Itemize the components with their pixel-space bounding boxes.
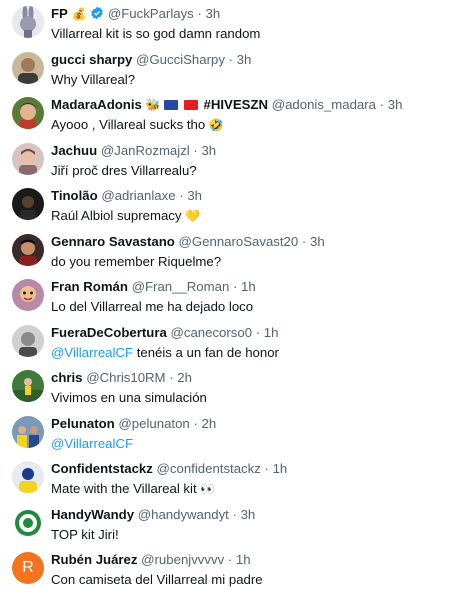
handle[interactable]: @handywandyt [138,507,229,522]
hashtag[interactable]: #HIVESZN [204,97,269,112]
rabbit-avatar[interactable] [12,6,44,38]
display-name[interactable]: HandyWandy [51,507,134,522]
person-avatar[interactable] [12,142,44,175]
replies-list: FP 💰 @FuckParlays · 3h Villarreal kit is… [0,0,474,613]
fran-avatar[interactable] [12,279,44,311]
handle[interactable]: @adrianlaxe [101,188,175,203]
handle[interactable]: @Fran__Roman [132,279,230,294]
reply-text: Vivimos en una simulación [51,390,207,405]
timestamp[interactable]: 3h [388,97,403,112]
reply-item[interactable]: Tinolão @adrianlaxe · 3h Raúl Albiol sup… [0,186,474,232]
reply-text: Why Villareal? [51,71,136,87]
timestamp[interactable]: 2h [202,416,217,431]
timestamp[interactable]: 1h [264,325,279,340]
reply-text: Lo del Villarreal me ha dejado loco [51,299,254,314]
man-avatar[interactable] [12,51,44,84]
money-bag-emoji: 💰 [71,7,87,21]
reply-item[interactable]: FueraDeCobertura @canecorso0 · 1h @Villa… [0,323,474,369]
display-name[interactable]: chris [51,370,83,385]
reply-text: Ayooo , Villareal sucks tho [51,117,206,132]
reply-text: Villarreal kit is so god damn random [51,26,261,41]
reply-text: do you remember Riquelme? [51,253,222,269]
reply-item[interactable]: Confidentstackz @confidentstackz · 1h Ma… [0,459,474,505]
handle[interactable]: @FuckParlays [108,6,194,21]
handle[interactable]: @pelunaton [118,416,189,431]
bee-emoji: 🐝 [145,98,161,112]
display-name[interactable]: FP [51,6,68,21]
handle[interactable]: @adonis_madara [272,97,376,112]
timestamp[interactable]: 3h [201,143,216,158]
laughing-emoji: 🤣 [208,118,224,132]
timestamp[interactable]: 1h [241,279,256,294]
timestamp[interactable]: 1h [273,461,288,476]
dark-avatar[interactable] [12,188,44,220]
reply-item[interactable]: Gennaro Savastano @GennaroSavast20 · 3h … [0,232,474,278]
reply-text: Raúl Albiol supremacy [51,208,182,223]
display-name[interactable]: Fran Román [51,279,128,294]
letter-avatar[interactable]: R [12,552,44,584]
eyes-emoji: 👀 [200,482,216,496]
display-name[interactable]: Jachuu [51,143,97,158]
anime-avatar[interactable] [12,97,44,129]
reply-item[interactable]: R Rubén Juárez @rubenjvvvvv · 1h Con cam… [0,550,474,596]
handle[interactable]: @GucciSharpy [136,52,225,67]
reply-text: Mate with the Villareal kit [51,481,197,496]
handle[interactable]: @JanRozmajzl [101,143,190,158]
reply-item[interactable]: gucci sharpy @GucciSharpy · 3h Why Villa… [0,50,474,96]
reply-item[interactable]: Pelunaton @pelunaton · 2h @VillarrealCF [0,414,474,460]
display-name[interactable]: Confidentstackz [51,461,153,476]
display-name[interactable]: Tinolão [51,188,98,203]
avatar-letter: R [22,559,34,576]
display-name[interactable]: Rubén Juárez [51,552,137,567]
display-name[interactable]: MadaraAdonis [51,97,142,112]
handle[interactable]: @canecorso0 [170,325,252,340]
timestamp[interactable]: 3h [206,6,221,21]
timestamp[interactable]: 2h [177,370,192,385]
display-name[interactable]: FueraDeCobertura [51,325,167,340]
reply-text: Con camiseta del Villarreal mi padre [51,572,263,587]
mention-link[interactable]: @VillarrealCF [51,345,133,360]
display-name[interactable]: gucci sharpy [51,52,132,67]
reply-item[interactable]: chris @Chris10RM · 2h Vivimos en una sim… [0,368,474,414]
handle[interactable]: @GennaroSavast20 [179,234,299,249]
reply-item[interactable]: FP 💰 @FuckParlays · 3h Villarreal kit is… [0,4,474,50]
handle[interactable]: @Chris10RM [86,370,165,385]
bw-avatar[interactable] [12,324,44,357]
reply-item[interactable]: Fran Román @Fran__Roman · 1h Lo del Vill… [0,277,474,323]
albania-flag-icon [183,100,198,110]
timestamp[interactable]: 1h [236,552,251,567]
reply-text: tenéis a un fan de honor [133,344,279,360]
reply-item[interactable]: MadaraAdonis 🐝 #HIVESZN @adonis_madara ·… [0,95,474,141]
timestamp[interactable]: 3h [310,234,325,249]
group-avatar[interactable] [12,415,44,448]
display-name[interactable]: Gennaro Savastano [51,234,175,249]
gennaro-avatar[interactable] [12,233,44,266]
reply-text: Jiří proč dres Villarrealu? [51,162,197,178]
verified-badge-icon [91,6,103,20]
field-avatar[interactable] [12,370,44,402]
badge-avatar[interactable] [12,506,44,539]
timestamp[interactable]: 3h [187,188,202,203]
handle[interactable]: @rubenjvvvvv [141,552,224,567]
reply-item[interactable]: Jachuu @JanRozmajzl · 3h Jiří proč dres … [0,141,474,187]
kosovo-flag-icon [164,100,179,110]
handle[interactable]: @confidentstackz [157,461,261,476]
timestamp[interactable]: 3h [237,52,252,67]
timestamp[interactable]: 3h [241,507,256,522]
yellow-heart-emoji: 💛 [185,209,201,223]
reply-item[interactable]: HandyWandy @handywandyt · 3h TOP kit Jir… [0,505,474,551]
display-name[interactable]: Pelunaton [51,416,115,431]
stackz-avatar[interactable] [12,461,44,493]
mention-link[interactable]: @VillarrealCF [51,436,133,451]
reply-text: TOP kit Jiri! [51,526,119,542]
